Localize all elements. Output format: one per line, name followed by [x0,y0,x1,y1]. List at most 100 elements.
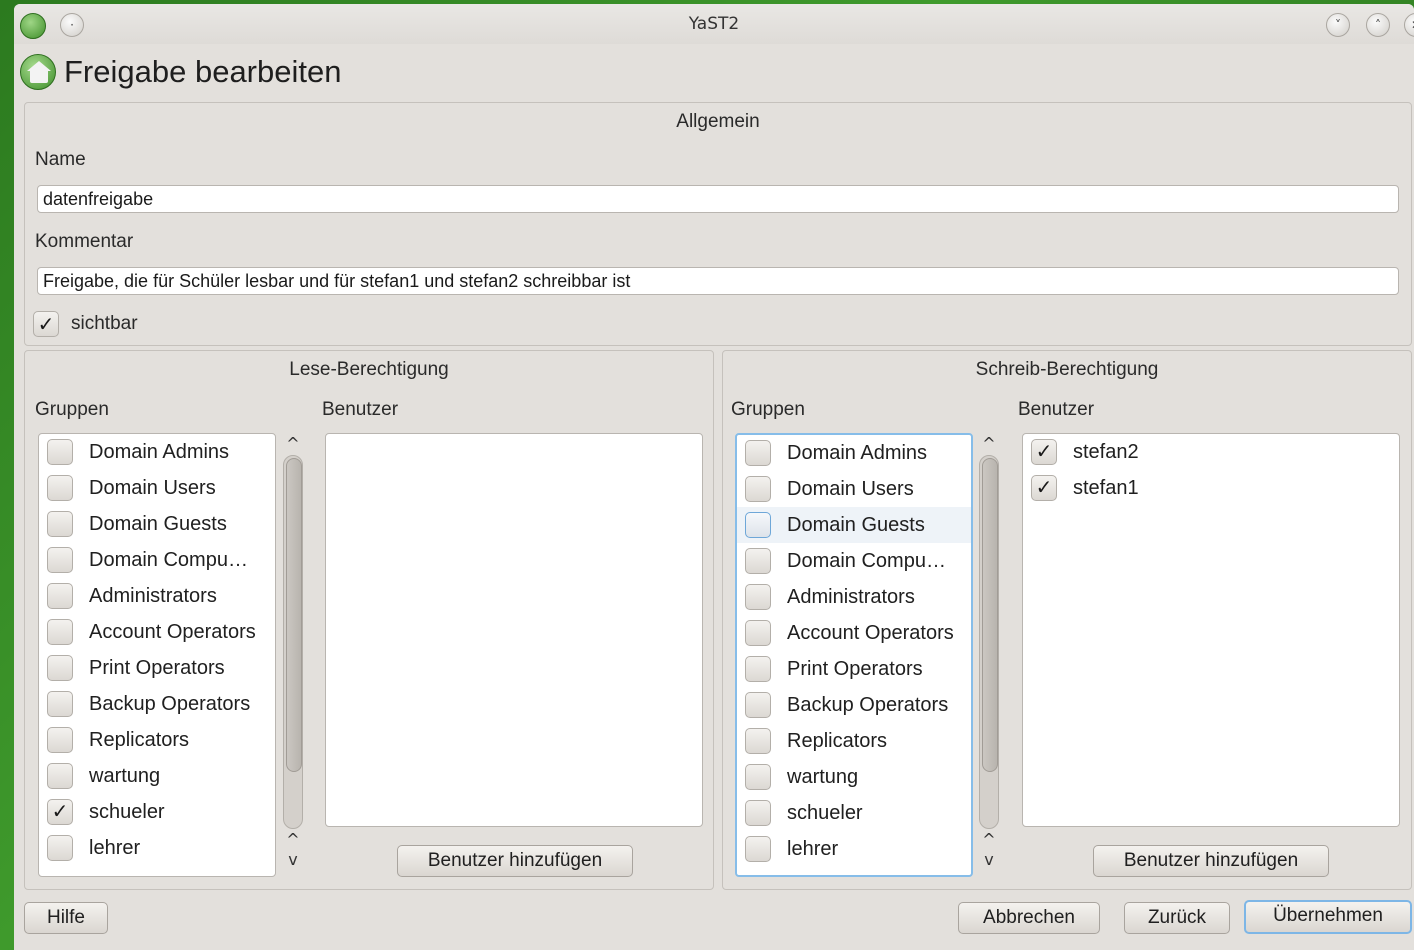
list-item[interactable]: Domain Guests [737,507,971,543]
item-checkbox[interactable] [745,584,771,610]
list-item[interactable]: Backup Operators [39,686,275,722]
list-item[interactable]: Account Operators [737,615,971,651]
write-groups-scrollbar[interactable]: ^ ^ v [977,433,1001,877]
item-label: Replicators [787,729,888,752]
item-label: Domain Users [787,477,914,500]
read-groups-scrollbar[interactable]: ^ ^ v [281,433,305,877]
comment-label: Kommentar [35,231,134,252]
maximize-icon[interactable]: ˄ [1366,13,1390,37]
list-item[interactable]: Domain Guests [39,506,275,542]
window-title: YaST2 [688,14,740,34]
item-checkbox[interactable] [47,835,73,861]
scroll-up-icon[interactable]: ^ [977,433,1001,455]
item-label: Domain Guests [787,513,925,536]
list-item[interactable]: Replicators [39,722,275,758]
scroll-thumb[interactable] [982,458,998,772]
list-item[interactable]: ✓ stefan2 [1023,434,1399,470]
visible-checkbox-row[interactable]: ✓ sichtbar [33,311,138,337]
name-field[interactable]: datenfreigabe [37,185,1399,213]
item-checkbox[interactable] [745,692,771,718]
item-checkbox[interactable] [745,620,771,646]
item-label: Domain Compu… [787,549,946,572]
visible-checkbox[interactable]: ✓ [33,311,59,337]
list-item[interactable]: Domain Admins [737,435,971,471]
item-label: stefan2 [1073,440,1139,463]
item-checkbox[interactable] [745,548,771,574]
item-checkbox[interactable] [47,619,73,645]
list-item[interactable]: Account Operators [39,614,275,650]
list-item[interactable]: Domain Compu… [737,543,971,579]
item-checkbox[interactable] [47,763,73,789]
item-checkbox[interactable] [47,547,73,573]
list-item[interactable]: Print Operators [737,651,971,687]
item-checkbox[interactable] [47,475,73,501]
comment-field[interactable]: Freigabe, die für Schüler lesbar und für… [37,267,1399,295]
scroll-down-icon[interactable]: v [281,849,305,871]
list-item[interactable]: Print Operators [39,650,275,686]
item-label: stefan1 [1073,476,1139,499]
scroll-up-icon[interactable]: ^ [281,829,305,851]
scroll-up-icon[interactable]: ^ [977,829,1001,851]
list-item[interactable]: Domain Users [737,471,971,507]
general-frame-title: Allgemein [676,111,760,132]
scroll-down-icon[interactable]: v [977,849,1001,871]
scroll-track[interactable] [283,455,303,829]
list-item[interactable]: wartung [39,758,275,794]
item-checkbox[interactable] [47,655,73,681]
item-checkbox[interactable] [745,656,771,682]
item-checkbox[interactable]: ✓ [47,799,73,825]
item-checkbox[interactable] [47,583,73,609]
scroll-up-icon[interactable]: ^ [281,433,305,455]
item-checkbox[interactable] [745,764,771,790]
read-users-list[interactable] [325,433,703,827]
item-label: Domain Admins [787,441,928,464]
list-item[interactable]: Replicators [737,723,971,759]
list-item[interactable]: lehrer [737,831,971,867]
item-checkbox[interactable] [47,727,73,753]
help-button[interactable]: Hilfe [24,902,108,934]
item-checkbox[interactable] [745,440,771,466]
read-add-user-button[interactable]: Benutzer hinzufügen [397,845,633,877]
list-item[interactable]: Administrators [39,578,275,614]
item-label: Domain Users [89,476,216,499]
list-item[interactable]: Administrators [737,579,971,615]
read-frame-title: Lese-Berechtigung [289,359,449,380]
item-checkbox[interactable] [745,728,771,754]
cancel-button[interactable]: Abbrechen [958,902,1100,934]
item-checkbox[interactable] [47,691,73,717]
item-checkbox[interactable] [745,800,771,826]
scroll-thumb[interactable] [286,458,302,772]
item-label: Domain Guests [89,512,227,535]
list-item[interactable]: Backup Operators [737,687,971,723]
item-checkbox[interactable] [47,511,73,537]
list-item[interactable]: wartung [737,759,971,795]
write-groups-label: Gruppen [731,399,805,420]
list-item[interactable]: lehrer [39,830,275,866]
write-groups-list[interactable]: Domain Admins Domain Users Domain Guests Do… [735,433,973,877]
write-users-list[interactable]: ✓ stefan2 ✓ stefan1 [1022,433,1400,827]
list-item[interactable]: Domain Users [39,470,275,506]
list-item[interactable]: schueler [737,795,971,831]
list-item[interactable]: Domain Compu… [39,542,275,578]
item-checkbox[interactable]: ✓ [1031,439,1057,465]
checkmark-icon: ✓ [1035,441,1053,463]
write-permission-frame: Schreib-Berechtigung Gruppen Benutzer Do… [722,350,1412,890]
item-label: wartung [89,764,161,787]
item-checkbox[interactable] [745,476,771,502]
item-checkbox[interactable] [47,439,73,465]
back-button[interactable]: Zurück [1124,902,1230,934]
scroll-track[interactable] [979,455,999,829]
page-title: Freigabe bearbeiten [64,54,342,89]
item-checkbox[interactable] [745,836,771,862]
list-item[interactable]: ✓ schueler [39,794,275,830]
minimize-icon[interactable]: ˅ [1326,13,1350,37]
item-label: Print Operators [787,657,923,680]
item-checkbox[interactable]: ✓ [1031,475,1057,501]
list-item[interactable]: ✓ stefan1 [1023,470,1399,506]
read-groups-list[interactable]: Domain Admins Domain Users Domain Guests Do… [38,433,276,877]
write-add-user-button[interactable]: Benutzer hinzufügen [1093,845,1329,877]
item-checkbox[interactable] [745,512,771,538]
accept-button[interactable]: Übernehmen [1244,900,1412,934]
item-label: Administrators [787,585,915,608]
list-item[interactable]: Domain Admins [39,434,275,470]
